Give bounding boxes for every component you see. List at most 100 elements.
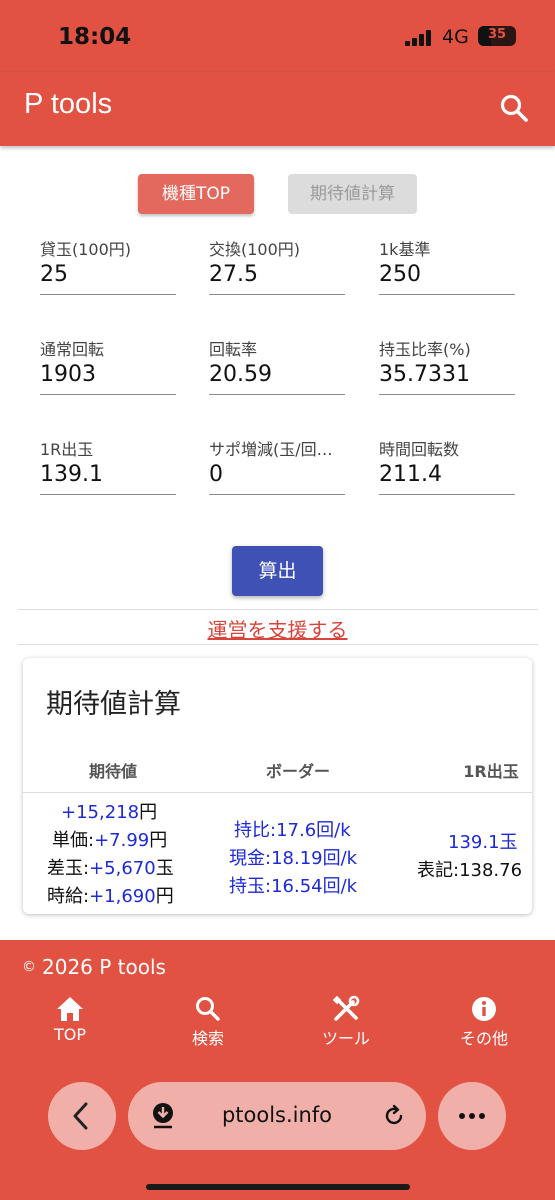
border-held-ratio: 持比:17.6回/k [234, 820, 351, 841]
status-time: 18:04 [58, 24, 132, 50]
field-label: 時間回転数 [379, 440, 460, 459]
column-header-border: ボーダー [265, 762, 330, 781]
field-underline [40, 294, 176, 295]
main-content: 機種TOP 期待値計算 貸玉(100円) 25 交換(100円) 27.5 1k… [0, 146, 555, 940]
field-value[interactable]: 35.7331 [379, 362, 470, 387]
expected-hourly-wage: 時給:+1,690円 [47, 882, 174, 908]
expected-ball-diff: 差玉:+5,670玉 [47, 854, 174, 880]
field-underline [379, 494, 515, 495]
field-value[interactable]: 20.59 [209, 362, 272, 387]
signal-icon [405, 30, 435, 46]
nav-label: ツール [321, 1029, 370, 1048]
field-value[interactable]: 25 [40, 262, 68, 287]
field-exchange[interactable]: 交換(100円) 27.5 [209, 236, 345, 302]
field-label: 貸玉(100円) [40, 240, 132, 259]
nav-search[interactable]: 検索 [158, 993, 258, 1053]
expected-total: +15,218円 [61, 798, 157, 824]
home-indicator [146, 1184, 410, 1190]
reload-icon[interactable] [382, 1104, 406, 1128]
network-label: 4G [442, 26, 469, 48]
table-header-divider [23, 792, 532, 793]
mode-buttons: 機種TOP 期待値計算 [0, 174, 555, 214]
field-value[interactable]: 1903 [40, 362, 96, 387]
field-underline [209, 494, 345, 495]
column-header-expected: 期待値 [88, 762, 137, 781]
hourly-wage-label: 時給: [47, 886, 90, 907]
field-value[interactable]: 211.4 [379, 462, 442, 487]
field-underline [209, 294, 345, 295]
ball-diff-value: +5,670 [89, 858, 156, 879]
field-label: サポ増減(玉/回… [209, 440, 333, 459]
field-rental-balls[interactable]: 貸玉(100円) 25 [40, 236, 176, 302]
search-icon [196, 997, 220, 1021]
nav-top[interactable]: TOP [20, 993, 120, 1053]
nav-label: 検索 [191, 1029, 224, 1048]
compute-button[interactable]: 算出 [232, 546, 323, 596]
border-cash: 現金:18.19回/k [229, 848, 358, 869]
more-button[interactable] [438, 1082, 506, 1150]
support-link[interactable]: 運営を支援する [0, 614, 555, 643]
expected-total-unit: 円 [139, 802, 158, 823]
field-label: 交換(100円) [209, 240, 301, 259]
field-1r-payout[interactable]: 1R出玉 139.1 [40, 436, 176, 502]
field-held-ball-ratio[interactable]: 持玉比率(%) 35.7331 [379, 336, 515, 402]
battery-icon: 35 [478, 26, 516, 46]
nav-label: TOP [53, 1025, 86, 1044]
field-value[interactable]: 27.5 [209, 262, 258, 287]
unit-price-label: 単価: [52, 830, 95, 851]
nav-other[interactable]: その他 [434, 993, 534, 1053]
field-label: 回転率 [209, 340, 258, 359]
divider [18, 609, 538, 610]
field-normal-spins[interactable]: 通常回転 1903 [40, 336, 176, 402]
status-bar: 18:04 4G 35 [0, 0, 555, 72]
hourly-wage-value: +1,690 [89, 886, 156, 907]
field-underline [209, 394, 345, 395]
field-underline [40, 394, 176, 395]
search-icon[interactable] [498, 92, 530, 124]
tools-icon [332, 995, 360, 1021]
field-value[interactable]: 0 [209, 462, 223, 487]
unit-price-value: +7.99 [94, 830, 150, 851]
copyright: © 2026 P tools [22, 955, 166, 979]
field-spin-rate[interactable]: 回転率 20.59 [209, 336, 345, 402]
payout-note: 表記:138.76 [417, 860, 523, 881]
ball-diff-unit: 玉 [155, 858, 174, 879]
nav-tools[interactable]: ツール [296, 993, 396, 1053]
app-bar: P tools [0, 72, 555, 146]
field-underline [379, 394, 515, 395]
info-icon [472, 997, 496, 1021]
field-value[interactable]: 250 [379, 262, 421, 287]
nav-label: その他 [459, 1029, 508, 1048]
result-card: 期待値計算 期待値 ボーダー 1R出玉 +15,218円 単価:+7.99円 差… [23, 658, 532, 914]
payout-value: 139.1玉 [448, 832, 518, 853]
back-button[interactable] [48, 1082, 116, 1150]
field-label: 通常回転 [40, 340, 105, 359]
ball-diff-label: 差玉: [47, 858, 90, 879]
unit-price-unit: 円 [149, 830, 168, 851]
battery-level: 35 [487, 27, 507, 42]
browser-toolbar: ptools.info [48, 1082, 506, 1152]
expected-total-value: +15,218 [61, 802, 140, 823]
more-icon [459, 1113, 485, 1119]
hourly-wage-unit: 円 [155, 886, 174, 907]
chevron-left-icon [73, 1102, 88, 1130]
machine-top-button[interactable]: 機種TOP [138, 174, 254, 214]
field-underline [379, 294, 515, 295]
field-label: 1R出玉 [40, 440, 94, 459]
border-held-balls: 持玉:16.54回/k [229, 876, 358, 897]
copyright-symbol: © [22, 959, 36, 975]
expected-unit-price: 単価:+7.99円 [52, 826, 167, 852]
field-underline [40, 494, 176, 495]
field-label: 1k基準 [379, 240, 431, 259]
field-1k-base[interactable]: 1k基準 250 [379, 236, 515, 302]
field-support-change[interactable]: サポ増減(玉/回… 0 [209, 436, 345, 502]
home-icon [57, 997, 83, 1021]
app-title[interactable]: P tools [24, 88, 112, 121]
address-bar[interactable]: ptools.info [128, 1082, 426, 1150]
field-hourly-spins[interactable]: 時間回転数 211.4 [379, 436, 515, 502]
copyright-text: 2026 P tools [42, 955, 166, 979]
divider [18, 644, 538, 645]
field-label: 持玉比率(%) [379, 340, 471, 359]
expected-value-calc-button[interactable]: 期待値計算 [288, 174, 417, 214]
field-value[interactable]: 139.1 [40, 462, 103, 487]
